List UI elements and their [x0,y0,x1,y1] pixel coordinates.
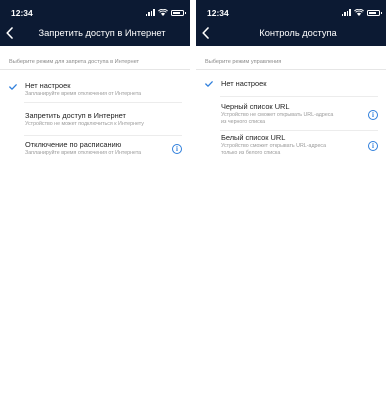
checkmark-icon [205,81,213,87]
nav-bar: 12:34 Контроль доступа [196,0,386,46]
status-icons [341,9,382,16]
back-chevron-icon[interactable] [200,26,210,40]
battery-icon [171,9,186,16]
page-title: Контроль доступа [259,28,337,38]
nav-bar: 12:34 Запретить доступ в Интернет [0,0,190,46]
option-title: Нет настроек [25,81,71,90]
option-desc: Запланируйте время отключения от Интерне… [25,91,142,97]
checkmark-icon [9,84,17,90]
option-desc: только из белого списка [221,149,281,156]
option-title: Черный список URL [221,102,290,111]
option-desc: из черного списка [221,118,266,125]
back-chevron-icon[interactable] [4,26,14,40]
option-title: Отключение по расписанию [25,140,122,149]
status-time: 12:34 [11,8,33,18]
battery-icon [367,9,382,16]
signal-icon [341,9,351,16]
left-screen: 12:34 Запретить доступ в Интернет Выбери… [0,0,190,405]
option-title: Белый список URL [221,133,286,142]
info-icon[interactable]: i [368,110,378,120]
option-no-settings[interactable]: Нет настроек [196,70,386,97]
option-desc: Устройство сможет открывать URL-адреса [221,143,327,149]
signal-icon [145,9,155,16]
option-desc: Запланируйте время отключения от Интерне… [25,150,142,156]
status-icons [145,9,186,16]
info-icon[interactable]: i [368,141,378,151]
option-schedule[interactable]: Отключение по расписанию Запланируйте вр… [0,136,190,168]
section-hint: Выберите режим для запрета доступа в Инт… [9,59,140,65]
option-block-internet[interactable]: Запретить доступ в Интернет Устройство н… [0,103,190,136]
option-whitelist-url[interactable]: Белый список URL Устройство сможет откры… [196,131,386,165]
option-desc: Устройство не сможет открывать URL-адрес… [221,112,334,118]
right-screen: 12:34 Контроль доступа Выберите режим уп… [196,0,386,405]
option-title: Нет настроек [221,79,267,88]
status-time: 12:34 [207,8,229,18]
info-icon[interactable]: i [172,144,182,154]
wifi-icon [158,9,168,16]
section-hint: Выберите режим управления [205,59,282,65]
option-no-settings[interactable]: Нет настроек Запланируйте время отключен… [0,70,190,103]
option-title: Запретить доступ в Интернет [25,111,126,120]
page-title: Запретить доступ в Интернет [38,28,166,38]
option-desc: Устройство не может подключиться к Интер… [25,121,144,127]
wifi-icon [354,9,364,16]
option-blacklist-url[interactable]: Черный список URL Устройство не сможет о… [196,97,386,131]
